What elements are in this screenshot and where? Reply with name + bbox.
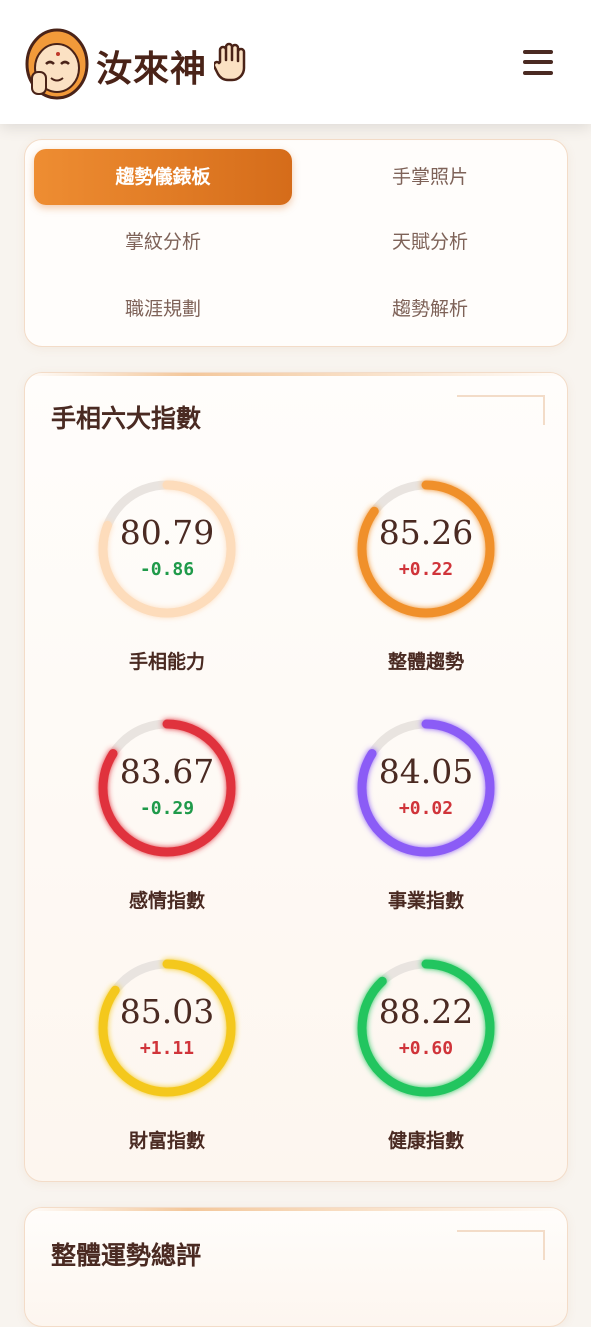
tab-trend-dashboard[interactable]: 趨勢儀錶板 bbox=[34, 149, 292, 205]
gauge-career-index[interactable]: 84.05 +0.02 事業指數 bbox=[326, 716, 526, 936]
tab-talent-analysis[interactable]: 天賦分析 bbox=[301, 214, 559, 270]
gauge-palm-ability[interactable]: 80.79 -0.86 手相能力 bbox=[67, 477, 267, 697]
app-logo[interactable]: 汝來神 bbox=[24, 24, 264, 102]
gauge-label: 事業指數 bbox=[387, 890, 464, 912]
logo-text: 汝來神 bbox=[96, 49, 208, 90]
gauge-delta: -0.86 bbox=[139, 559, 195, 580]
gauge-value: 80.79 bbox=[119, 513, 215, 552]
gauge-health-index[interactable]: 88.22 +0.60 健康指數 bbox=[326, 956, 526, 1176]
decorative-corner bbox=[457, 1230, 545, 1260]
six-indices-card: 手相六大指數 80.79 -0.86 手相能力 85.26 +0.22 整體趨勢… bbox=[24, 372, 568, 1182]
gauge-delta: +0.22 bbox=[398, 559, 454, 580]
decorative-corner bbox=[457, 395, 545, 425]
monk-mascot-icon bbox=[25, 28, 89, 100]
gauge-delta: +0.60 bbox=[398, 1038, 454, 1059]
menu-button[interactable] bbox=[516, 42, 560, 82]
raised-hand-icon bbox=[214, 42, 246, 82]
gauge-value: 83.67 bbox=[119, 752, 215, 791]
gauge-label: 手相能力 bbox=[128, 651, 205, 673]
gauge-love-index[interactable]: 83.67 -0.29 感情指數 bbox=[67, 716, 267, 936]
gauge-wealth-index[interactable]: 85.03 +1.11 財富指數 bbox=[67, 956, 267, 1176]
gauge-value: 85.03 bbox=[119, 992, 215, 1031]
gauge-label: 整體趨勢 bbox=[387, 651, 464, 673]
gauge-delta: +0.02 bbox=[398, 798, 454, 819]
card-title: 手相六大指數 bbox=[51, 404, 202, 433]
gauge-label: 財富指數 bbox=[128, 1130, 205, 1152]
tab-palm-line-analysis[interactable]: 掌紋分析 bbox=[34, 214, 292, 270]
gauge-delta: +1.11 bbox=[139, 1038, 195, 1059]
hamburger-menu-icon bbox=[523, 50, 553, 54]
gauge-delta: -0.29 bbox=[139, 798, 195, 819]
gauge-value: 85.26 bbox=[378, 513, 474, 552]
overall-fortune-card: 整體運勢總評 bbox=[24, 1207, 568, 1327]
gauge-value: 88.22 bbox=[378, 992, 474, 1031]
tab-trend-interpretation[interactable]: 趨勢解析 bbox=[301, 281, 559, 337]
gauge-label: 健康指數 bbox=[387, 1130, 464, 1152]
gauge-overall-trend[interactable]: 85.26 +0.22 整體趨勢 bbox=[326, 477, 526, 697]
tab-grid: 趨勢儀錶板 手掌照片 掌紋分析 天賦分析 職涯規劃 趨勢解析 bbox=[24, 139, 568, 347]
app-header: 汝來神 bbox=[0, 0, 591, 124]
tab-palm-photo[interactable]: 手掌照片 bbox=[301, 149, 559, 205]
gauge-label: 感情指數 bbox=[128, 890, 205, 912]
gauge-value: 84.05 bbox=[378, 752, 474, 791]
tab-career-planning[interactable]: 職涯規劃 bbox=[34, 281, 292, 337]
card-title: 整體運勢總評 bbox=[51, 1241, 202, 1270]
